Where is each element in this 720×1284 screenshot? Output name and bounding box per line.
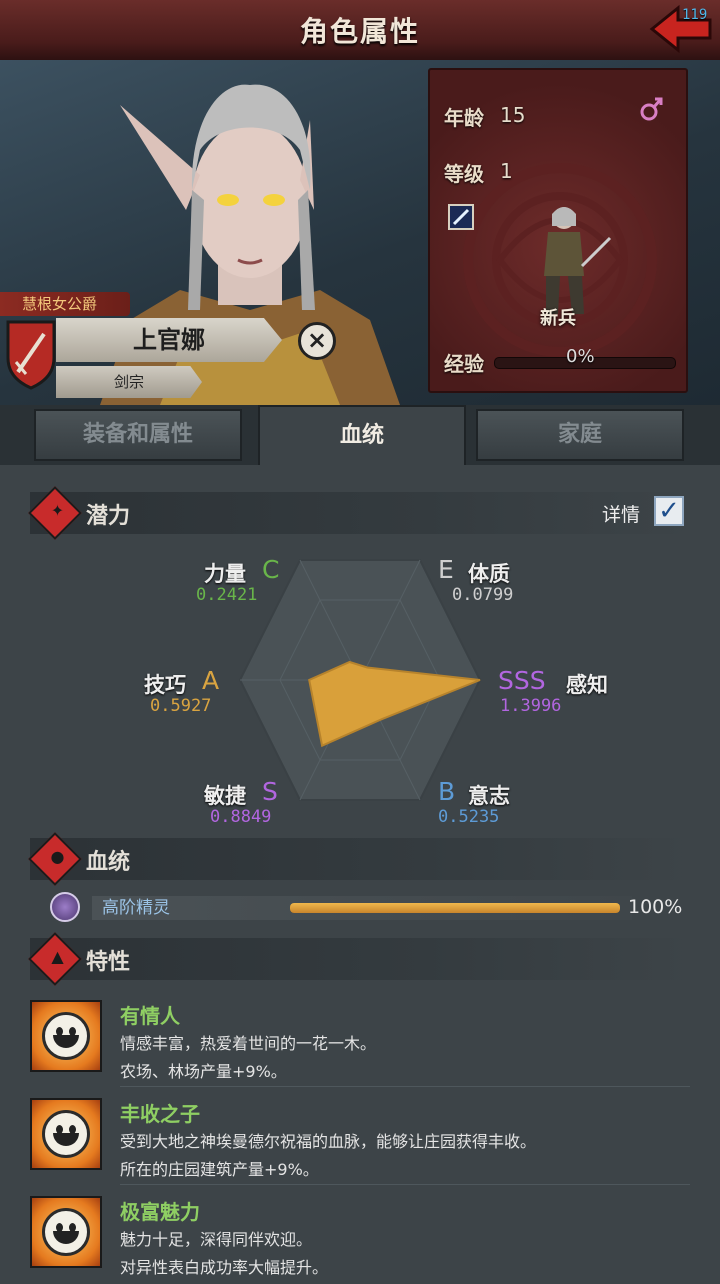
- trait-description: 受到大地之神埃曼德尔祝福的血脉，能够让庄园获得丰收。: [120, 1132, 537, 1151]
- traits-section-header: ▲ 特性: [28, 932, 690, 986]
- stat-will-grade: B: [438, 777, 456, 806]
- stat-strength-name: 力量: [204, 562, 246, 586]
- elf-race-icon: [50, 892, 80, 922]
- age-label: 年龄: [444, 106, 484, 130]
- trait-effect: 所在的庄园建筑产量+9%。: [120, 1160, 319, 1179]
- tab-equipment[interactable]: 装备和属性: [34, 409, 242, 461]
- blood-drop-icon: ●: [28, 832, 82, 886]
- stat-agility-name: 敏捷: [204, 784, 246, 808]
- noble-title: 慧根女公爵: [0, 292, 130, 316]
- stat-agility-value: 0.8849: [210, 807, 272, 827]
- lineage-percent: 100%: [628, 896, 683, 918]
- smiley-face-icon: [30, 1000, 102, 1072]
- lineage-title: 血统: [86, 850, 131, 875]
- page-title: 角色属性: [299, 15, 420, 48]
- stat-perception-grade: SSS: [498, 666, 546, 695]
- sword-icon: [448, 204, 474, 230]
- trait-name: 有情人: [120, 1004, 180, 1028]
- stat-strength-grade: C: [262, 555, 280, 584]
- stat-strength-value: 0.2421: [196, 585, 258, 605]
- stat-will-name: 意志: [468, 784, 510, 808]
- shield-sword-icon: [6, 320, 56, 390]
- trait-description: 魅力十足，深得同伴欢迎。: [120, 1230, 313, 1249]
- character-header: 慧根女公爵 上官娜 剑宗 × 年龄 15 等级 1 新兵 经验 0%: [0, 60, 720, 405]
- stat-skill-grade: A: [202, 666, 220, 695]
- close-icon[interactable]: ×: [298, 322, 336, 360]
- lineage-bar: [290, 903, 620, 913]
- lineage-section-header: ● 血统: [28, 832, 690, 886]
- trait-effect: 农场、林场产量+9%。: [120, 1062, 287, 1081]
- divider: [120, 1184, 690, 1185]
- unit-name: 新兵: [540, 308, 576, 329]
- character-name: 上官娜: [56, 318, 282, 362]
- trait-description: 情感丰富，热爱着世间的一花一木。: [120, 1034, 377, 1053]
- level-label: 等级: [444, 162, 484, 186]
- tab-lineage[interactable]: 血统: [258, 405, 466, 465]
- flame-icon: ▲: [28, 932, 82, 986]
- trait-item[interactable]: 极富魅力 魅力十足，深得同伴欢迎。 对异性表白成功率大幅提升。: [30, 1196, 690, 1284]
- character-class: 剑宗: [56, 366, 202, 398]
- divider: [120, 1086, 690, 1087]
- trait-item[interactable]: 丰收之子 受到大地之神埃曼德尔祝福的血脉，能够让庄园获得丰收。 所在的庄园建筑产…: [30, 1098, 690, 1186]
- level-value: 1: [500, 159, 513, 183]
- smiley-face-icon: [30, 1098, 102, 1170]
- stat-skill-value: 0.5927: [150, 696, 212, 716]
- title-bar: 角色属性 119: [0, 0, 720, 63]
- tab-family[interactable]: 家庭: [476, 409, 684, 461]
- notification-count: 119: [682, 7, 708, 23]
- female-icon: [640, 97, 663, 121]
- detail-checkbox[interactable]: ✓: [654, 496, 684, 526]
- smiley-face-icon: [30, 1196, 102, 1268]
- stat-will-value: 0.5235: [438, 807, 500, 827]
- info-panel: 年龄 15 等级 1 新兵 经验 0%: [428, 68, 688, 393]
- potential-icon: ✦: [28, 486, 82, 540]
- stat-constitution-name: 体质: [468, 562, 510, 586]
- potential-radar-chart: [238, 559, 482, 801]
- tab-bar: 装备和属性 血统 家庭: [0, 405, 720, 465]
- stat-skill-name: 技巧: [144, 673, 186, 697]
- lineage-row[interactable]: 高阶精灵 100%: [50, 890, 690, 926]
- stat-perception-name: 感知: [566, 673, 608, 697]
- potential-title: 潜力: [86, 504, 131, 529]
- stat-constitution-grade: E: [438, 555, 454, 584]
- stat-agility-grade: S: [262, 777, 278, 806]
- potential-section-header: ✦ 潜力: [28, 486, 690, 540]
- exp-label: 经验: [444, 352, 484, 376]
- stat-constitution-value: 0.0799: [452, 585, 514, 605]
- age-value: 15: [500, 103, 526, 127]
- stat-perception-value: 1.3996: [500, 696, 562, 716]
- trait-item[interactable]: 有情人 情感丰富，热爱着世间的一花一木。 农场、林场产量+9%。: [30, 1000, 690, 1088]
- detail-label: 详情: [602, 504, 641, 526]
- trait-name: 丰收之子: [120, 1102, 200, 1126]
- traits-title: 特性: [86, 950, 131, 975]
- trait-effect: 对异性表白成功率大幅提升。: [120, 1258, 329, 1277]
- trait-name: 极富魅力: [120, 1200, 200, 1224]
- exp-percent: 0%: [566, 346, 595, 367]
- lineage-bar-fill: [290, 903, 620, 913]
